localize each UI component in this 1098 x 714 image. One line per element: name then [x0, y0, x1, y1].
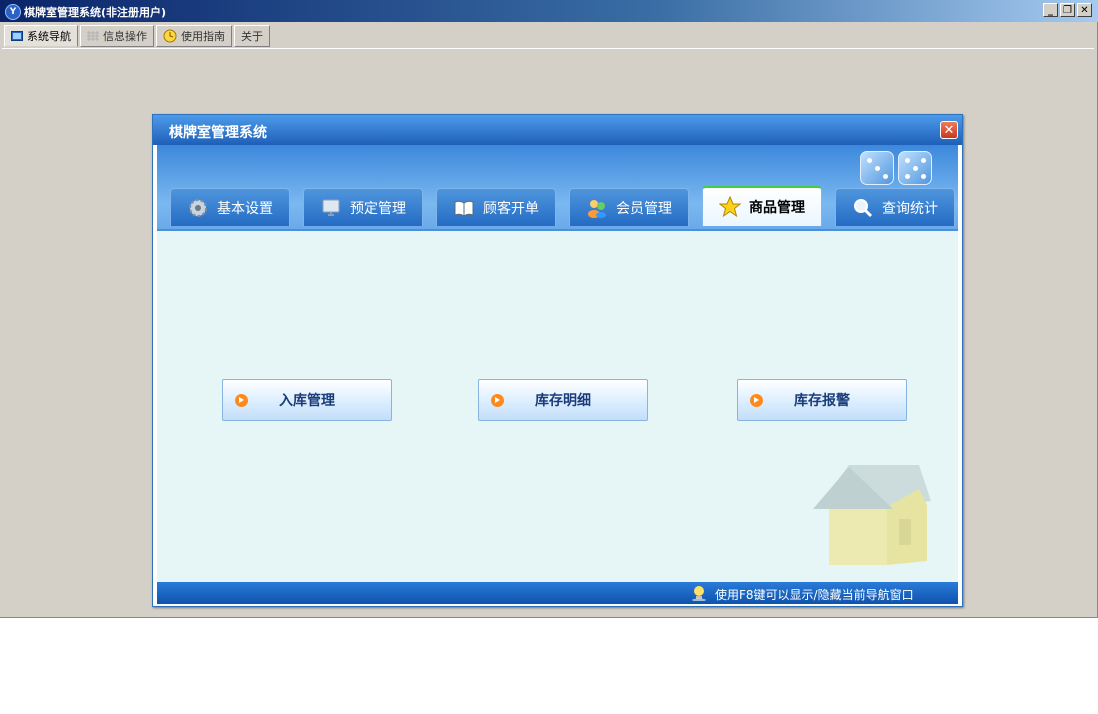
app-logo-icon: Y	[5, 4, 21, 20]
inventory-details-button[interactable]: 库存明细	[478, 379, 648, 421]
tab-label: 顾客开单	[483, 200, 539, 217]
tab-product-management[interactable]: 商品管理	[702, 186, 822, 226]
arrow-right-circle-icon	[750, 394, 763, 407]
tab-content-panel: 入库管理 库存明细 库存报警	[157, 229, 958, 584]
tab-basic-settings[interactable]: 基本设置	[170, 188, 290, 226]
window-controls: _ ❐ ✕	[1043, 3, 1092, 17]
house-watermark-icon	[813, 465, 931, 565]
tab-info-operations[interactable]: 信息操作	[80, 25, 154, 47]
clock-icon	[163, 29, 177, 43]
stock-in-management-button[interactable]: 入库管理	[222, 379, 392, 421]
tab-user-guide[interactable]: 使用指南	[156, 25, 232, 47]
tab-label: 查询统计	[882, 200, 938, 217]
die-icon	[898, 151, 932, 185]
magnifier-icon	[852, 197, 874, 219]
button-label: 库存报警	[794, 393, 850, 409]
navigation-dialog: 棋牌室管理系统 ✕ 基本设置 预定管理 顾客开单 会员管理 商品管理 查询统计 …	[152, 114, 963, 607]
app-tab-strip: 系统导航 信息操作 使用指南 关于	[4, 25, 270, 49]
grid-icon	[87, 31, 99, 41]
minimize-button[interactable]: _	[1043, 3, 1058, 17]
module-tabs: 基本设置 预定管理 顾客开单 会员管理 商品管理 查询统计	[170, 186, 955, 226]
tab-member-management[interactable]: 会员管理	[569, 188, 689, 226]
arrow-right-circle-icon	[235, 394, 248, 407]
tab-label: 商品管理	[749, 200, 805, 216]
tab-about[interactable]: 关于	[234, 25, 270, 47]
tab-reservation-management[interactable]: 预定管理	[303, 188, 423, 226]
tab-label: 预定管理	[350, 200, 406, 217]
tab-query-statistics[interactable]: 查询统计	[835, 188, 955, 226]
dialog-close-button[interactable]: ✕	[940, 121, 958, 139]
monitor-icon	[320, 197, 342, 219]
dialog-title-bar: 棋牌室管理系统 ✕	[153, 115, 962, 145]
users-icon	[586, 197, 608, 219]
dialog-status-bar: 使用F8键可以显示/隐藏当前导航窗口	[157, 582, 958, 604]
star-icon	[718, 195, 742, 218]
restore-button[interactable]: ❐	[1060, 3, 1075, 17]
book-icon	[453, 197, 475, 219]
tab-label: 使用指南	[181, 30, 225, 43]
tab-label: 关于	[241, 30, 263, 43]
tab-customer-billing[interactable]: 顾客开单	[436, 188, 556, 226]
gear-icon	[187, 197, 209, 219]
status-hint: 使用F8键可以显示/隐藏当前导航窗口	[715, 588, 914, 602]
inventory-alarm-button[interactable]: 库存报警	[737, 379, 907, 421]
close-button[interactable]: ✕	[1077, 3, 1092, 17]
title-bar: Y 棋牌室管理系统(非注册用户) _ ❐ ✕	[0, 0, 1098, 22]
lightbulb-icon	[692, 586, 706, 601]
arrow-right-circle-icon	[491, 394, 504, 407]
tab-label: 基本设置	[217, 200, 273, 217]
die-icon	[860, 151, 894, 185]
dialog-title: 棋牌室管理系统	[169, 125, 267, 141]
dice-icon	[860, 151, 932, 185]
button-label: 库存明细	[535, 393, 591, 409]
monitor-icon	[11, 31, 23, 41]
window-title: 棋牌室管理系统(非注册用户)	[24, 6, 167, 19]
dialog-header: 基本设置 预定管理 顾客开单 会员管理 商品管理 查询统计	[157, 145, 958, 229]
tab-label: 信息操作	[103, 30, 147, 43]
tab-label: 系统导航	[27, 30, 71, 43]
tab-label: 会员管理	[616, 200, 672, 217]
button-label: 入库管理	[279, 393, 335, 409]
tab-system-navigation[interactable]: 系统导航	[4, 25, 78, 47]
